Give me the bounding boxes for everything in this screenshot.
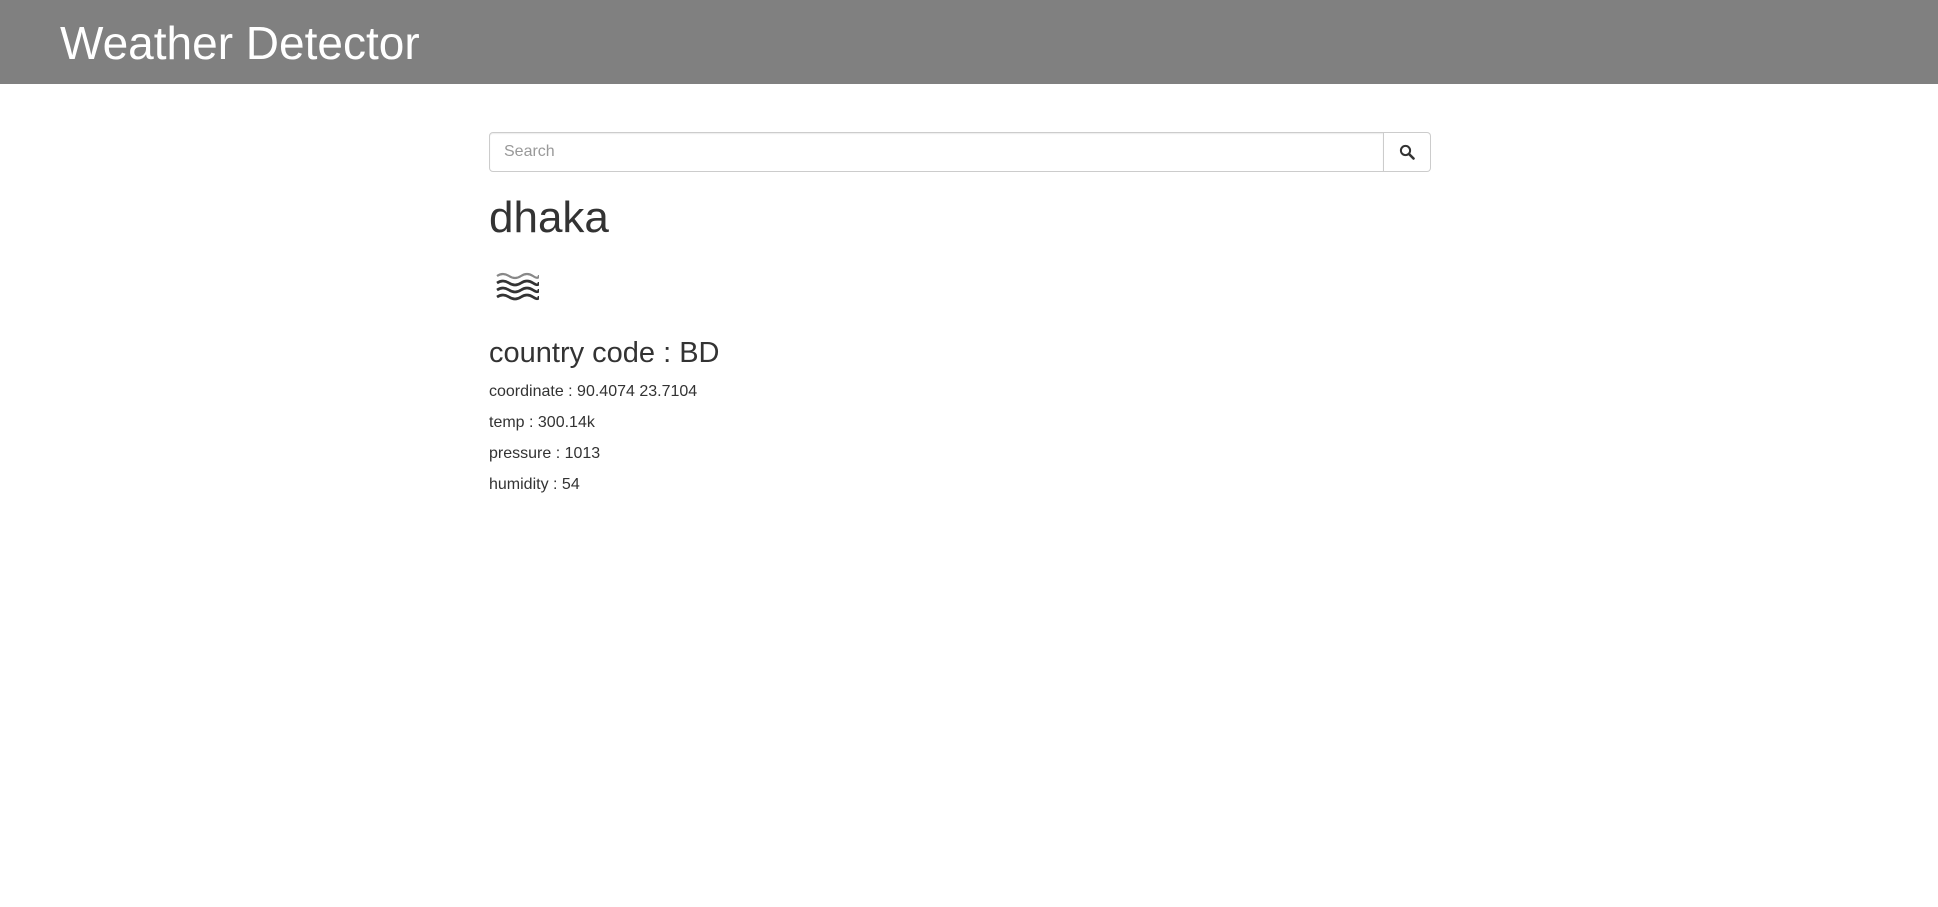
humidity-text: humidity : 54	[489, 476, 580, 493]
app-title: Weather Detector	[60, 17, 420, 69]
country-code: country code : BD	[489, 337, 720, 369]
haze-icon	[496, 272, 539, 301]
search-bar	[489, 132, 1431, 172]
search-icon	[1399, 144, 1415, 160]
main-content: dhaka country code : BD coordinate : 90.…	[489, 132, 1431, 495]
search-button[interactable]	[1384, 132, 1431, 172]
city-name: dhaka	[489, 193, 609, 242]
app-header: Weather Detector	[0, 0, 1938, 84]
coordinate-text: coordinate : 90.4074 23.7104	[489, 383, 698, 400]
pressure-text: pressure : 1013	[489, 445, 601, 462]
search-input[interactable]	[489, 132, 1384, 172]
temp-text: temp : 300.14k	[489, 414, 595, 431]
